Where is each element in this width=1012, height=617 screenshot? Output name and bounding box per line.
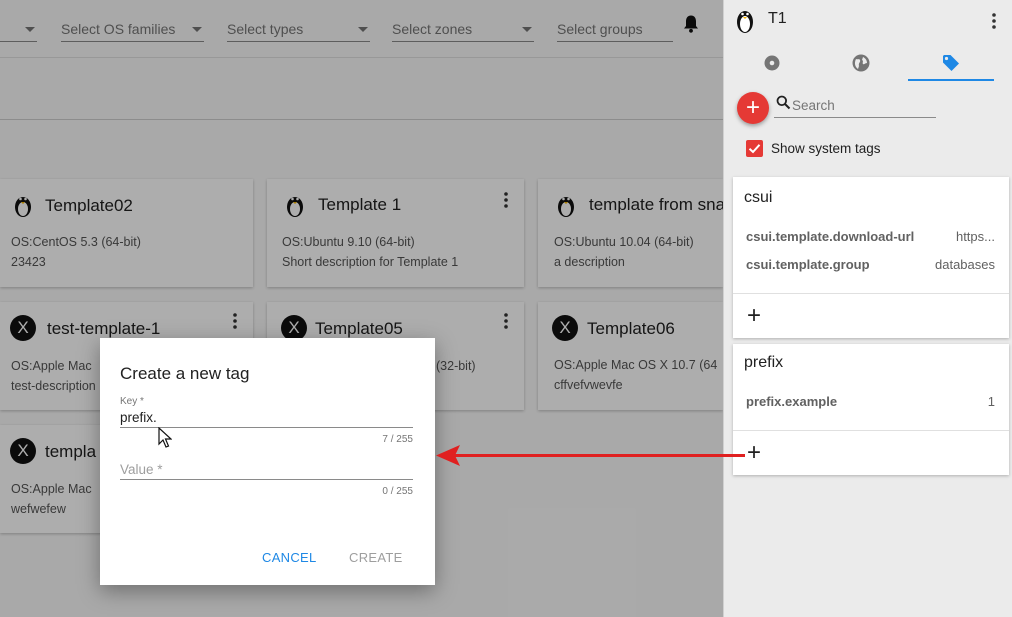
tag-value: databases: [935, 257, 995, 272]
tab-details[interactable]: [729, 44, 815, 82]
key-counter: 7 / 255: [382, 434, 413, 445]
tag-value: https...: [955, 229, 995, 244]
sidebar-title: T1: [768, 10, 787, 27]
tag-icon: [943, 55, 959, 71]
active-tab-indicator: [908, 79, 994, 81]
tag-row[interactable]: csui.template.group databases: [746, 257, 995, 275]
linux-icon: [737, 11, 753, 33]
show-system-tags-label: Show system tags: [771, 141, 881, 156]
tag-key: csui.template.download-url: [746, 229, 915, 244]
check-icon: [748, 144, 761, 154]
tag-row[interactable]: csui.template.download-url https...: [746, 229, 995, 247]
tag-group-title: csui: [744, 189, 773, 206]
search-input[interactable]: [792, 95, 932, 115]
key-input[interactable]: [120, 408, 413, 428]
divider: [733, 293, 1009, 294]
search-icon: [776, 95, 791, 110]
create-tag-dialog: Create a new tag Key * 7 / 255 0 / 255 C…: [100, 338, 435, 585]
sidebar-header: T1: [724, 0, 1012, 44]
sidebar-tabs: [724, 44, 1012, 82]
tag-row[interactable]: prefix.example 1: [746, 394, 995, 412]
tag-group-prefix: prefix prefix.example 1 +: [733, 344, 1009, 475]
show-system-tags-checkbox[interactable]: [746, 140, 763, 157]
add-tag-to-group-button[interactable]: +: [747, 304, 761, 328]
tab-tags[interactable]: [908, 44, 994, 82]
add-tag-to-group-button[interactable]: +: [747, 441, 761, 465]
tag-search[interactable]: [774, 93, 936, 118]
tag-key: csui.template.group: [746, 257, 870, 272]
dialog-title: Create a new tag: [120, 364, 250, 383]
value-input[interactable]: [120, 460, 413, 480]
more-vert-icon[interactable]: [992, 13, 996, 29]
details-sidebar: T1 + Search Show system tags csui csui.t…: [723, 0, 1012, 617]
value-counter: 0 / 255: [382, 486, 413, 497]
create-button[interactable]: CREATE: [349, 550, 403, 565]
disc-icon: [764, 55, 780, 71]
mouse-cursor-icon: [158, 427, 172, 448]
tag-group-csui: csui csui.template.download-url https...…: [733, 177, 1009, 338]
key-label: Key *: [120, 396, 144, 407]
divider: [733, 430, 1009, 431]
tag-key: prefix.example: [746, 394, 838, 409]
tab-zones[interactable]: [818, 44, 904, 82]
cancel-button[interactable]: CANCEL: [262, 550, 317, 565]
tag-group-title: prefix: [744, 354, 784, 371]
globe-icon: [852, 54, 870, 72]
add-tag-button[interactable]: +: [737, 92, 769, 124]
value-field: 0 / 255: [120, 460, 413, 500]
tag-value: 1: [987, 394, 995, 409]
